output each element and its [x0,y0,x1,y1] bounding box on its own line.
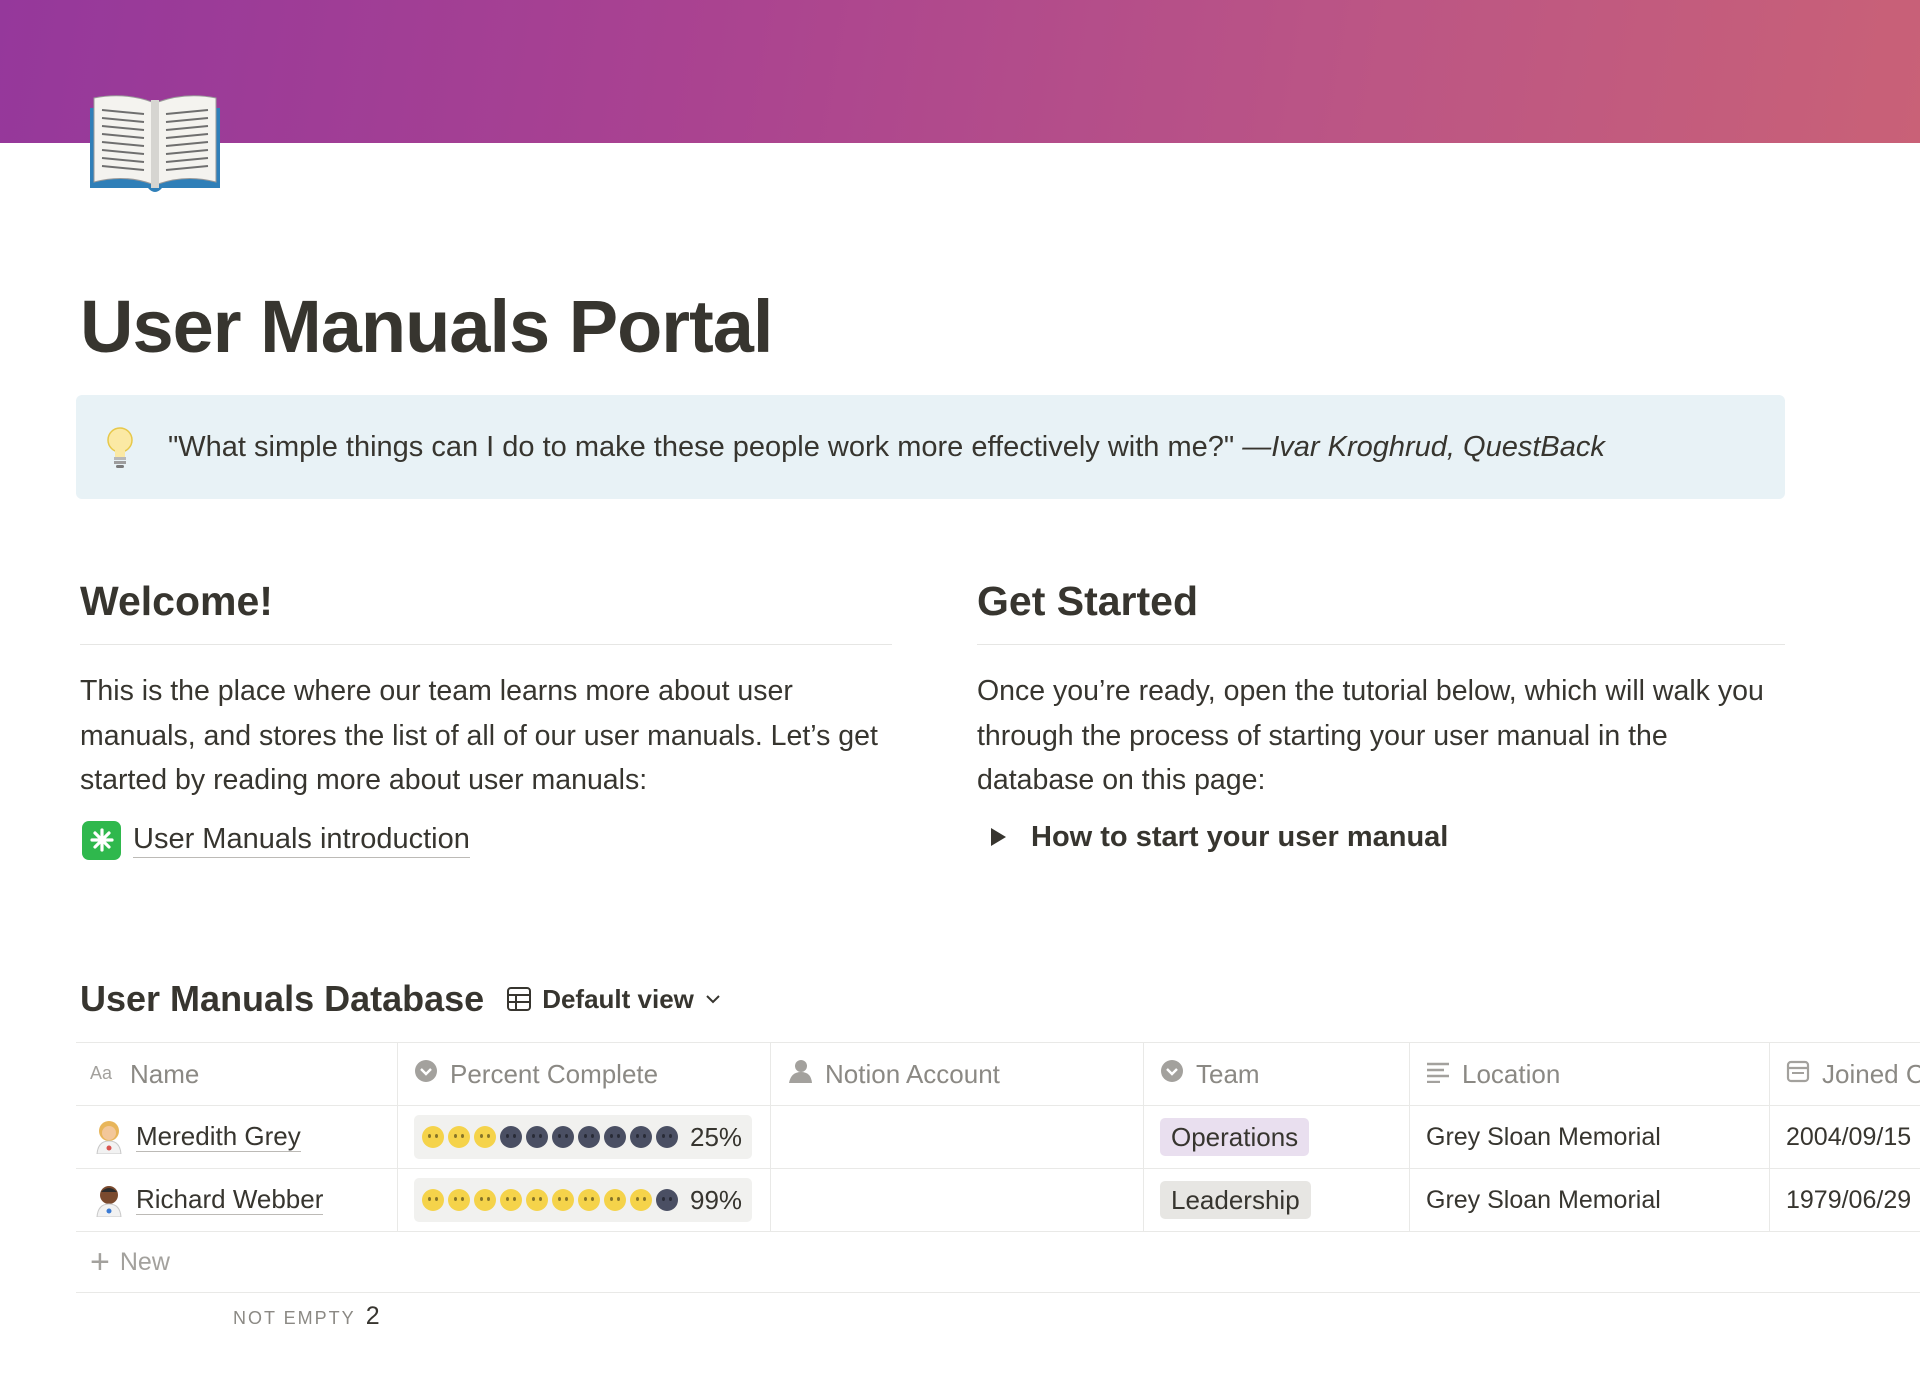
calculation-value: 2 [365,1302,380,1330]
quote-callout[interactable]: "What simple things can I do to make the… [76,395,1785,499]
percent-label: 99% [690,1184,743,1215]
chevron-down-icon[interactable] [704,990,722,1008]
table-row[interactable]: Meredith Grey 25% Operations Grey Sloan … [76,1106,1920,1169]
link-label[interactable]: User Manuals introduction [133,822,470,859]
new-row-button[interactable]: + New [76,1232,1920,1293]
welcome-column: Welcome! This is the place where our tea… [80,575,892,860]
column-header-name[interactable]: Aa Name [76,1043,398,1105]
column-header-notion-account[interactable]: Notion Account [771,1043,1144,1105]
progress-dot-empty [630,1126,652,1148]
select-property-icon [1160,1059,1184,1090]
column-header-label: Percent Complete [450,1058,659,1089]
progress-dots [422,1126,682,1148]
progress-dot-empty [526,1126,548,1148]
tutorial-toggle[interactable]: How to start your user manual [977,821,1785,854]
progress-dot-filled [578,1189,600,1211]
formula-property-icon [414,1059,438,1090]
database-header: User Manuals Database Default view [80,978,732,1020]
percent-complete-cell[interactable]: 25% [398,1106,771,1168]
percent-label: 25% [690,1121,743,1152]
user-manuals-table: Aa Name Percent Complete Notion Account … [76,1042,1920,1293]
callout-quote: "What simple things can I do to make the… [168,430,1243,463]
column-header-joined[interactable]: Joined C [1770,1043,1920,1105]
team-tag: Operations [1160,1117,1310,1157]
notion-account-cell[interactable] [771,1106,1144,1168]
table-row[interactable]: Richard Webber 99% Leadership Grey Sloan… [76,1169,1920,1232]
team-cell[interactable]: Leadership [1144,1169,1410,1231]
progress-dot-empty [578,1126,600,1148]
location-cell[interactable]: Grey Sloan Memorial [1410,1169,1770,1231]
text-lines-icon [1426,1059,1450,1090]
joined-cell[interactable]: 1979/06/29 [1770,1169,1920,1231]
progress-dot-filled [630,1189,652,1211]
plus-icon: + [90,1243,110,1281]
progress-dot-filled [552,1189,574,1211]
woman-health-worker-icon [94,1120,124,1155]
progress-indicator: 99% [414,1178,753,1222]
column-header-label: Notion Account [825,1058,1000,1089]
text-property-icon: Aa [90,1059,118,1090]
page-title[interactable]: User Manuals Portal [80,283,773,372]
get-started-heading: Get Started [977,575,1785,646]
eight-spoked-asterisk-icon [82,820,121,860]
svg-text:Aa: Aa [90,1063,113,1083]
progress-dot-filled [448,1189,470,1211]
progress-dot-filled [448,1126,470,1148]
progress-dot-empty [604,1126,626,1148]
name-cell[interactable]: Meredith Grey [76,1106,398,1168]
calculation-footer[interactable]: NOT EMPTY 2 [233,1302,380,1331]
progress-dot-empty [552,1126,574,1148]
new-label[interactable]: New [120,1248,170,1277]
welcome-body: This is the place where our team learns … [80,675,878,797]
progress-dot-filled [422,1189,444,1211]
name-cell[interactable]: Richard Webber [76,1169,398,1231]
column-header-percent-complete[interactable]: Percent Complete [398,1043,771,1105]
notion-account-cell[interactable] [771,1169,1144,1231]
user-manuals-intro-link[interactable]: User Manuals introduction [80,820,892,860]
callout-attribution: —Ivar Kroghrud, QuestBack [1242,430,1605,463]
column-header-location[interactable]: Location [1410,1043,1770,1105]
progress-dot-filled [500,1189,522,1211]
table-header-row: Aa Name Percent Complete Notion Account … [76,1042,1920,1106]
progress-dot-empty [656,1189,678,1211]
light-bulb-icon [106,426,134,468]
percent-complete-cell[interactable]: 99% [398,1169,771,1231]
welcome-heading: Welcome! [80,575,892,646]
table-icon [507,987,532,1011]
progress-dot-filled [474,1189,496,1211]
view-selector[interactable]: Default view [506,984,732,1015]
team-cell[interactable]: Operations [1144,1106,1410,1168]
calculation-label: NOT EMPTY [233,1308,356,1328]
team-tag: Leadership [1160,1180,1311,1220]
column-header-team[interactable]: Team [1144,1043,1410,1105]
page-cover[interactable] [0,0,1920,143]
column-header-label: Location [1462,1058,1561,1089]
location-cell[interactable]: Grey Sloan Memorial [1410,1106,1770,1168]
joined-cell[interactable]: 2004/09/15 [1770,1106,1920,1168]
open-book-icon[interactable] [86,86,224,198]
progress-dots [422,1189,682,1211]
toggle-label[interactable]: How to start your user manual [1031,821,1448,854]
progress-dot-empty [500,1126,522,1148]
get-started-body: Once you’re ready, open the tutorial bel… [977,675,1764,797]
progress-dot-filled [422,1126,444,1148]
man-health-worker-icon [94,1183,124,1218]
row-name[interactable]: Meredith Grey [136,1121,301,1153]
progress-dot-empty [656,1126,678,1148]
callout-text: "What simple things can I do to make the… [168,431,1605,464]
column-header-label: Team [1196,1058,1260,1089]
database-title[interactable]: User Manuals Database [80,978,484,1020]
toggle-triangle-icon[interactable] [991,828,1006,847]
calendar-icon [1786,1059,1810,1090]
progress-indicator: 25% [414,1115,753,1159]
progress-dot-filled [604,1189,626,1211]
column-header-label: Name [130,1058,200,1089]
column-header-label: Joined C [1822,1058,1920,1089]
row-name[interactable]: Richard Webber [136,1184,324,1216]
progress-dot-filled [474,1126,496,1148]
view-label[interactable]: Default view [542,984,694,1015]
progress-dot-filled [526,1189,548,1211]
get-started-column: Get Started Once you’re ready, open the … [977,575,1785,854]
person-property-icon [787,1059,813,1090]
